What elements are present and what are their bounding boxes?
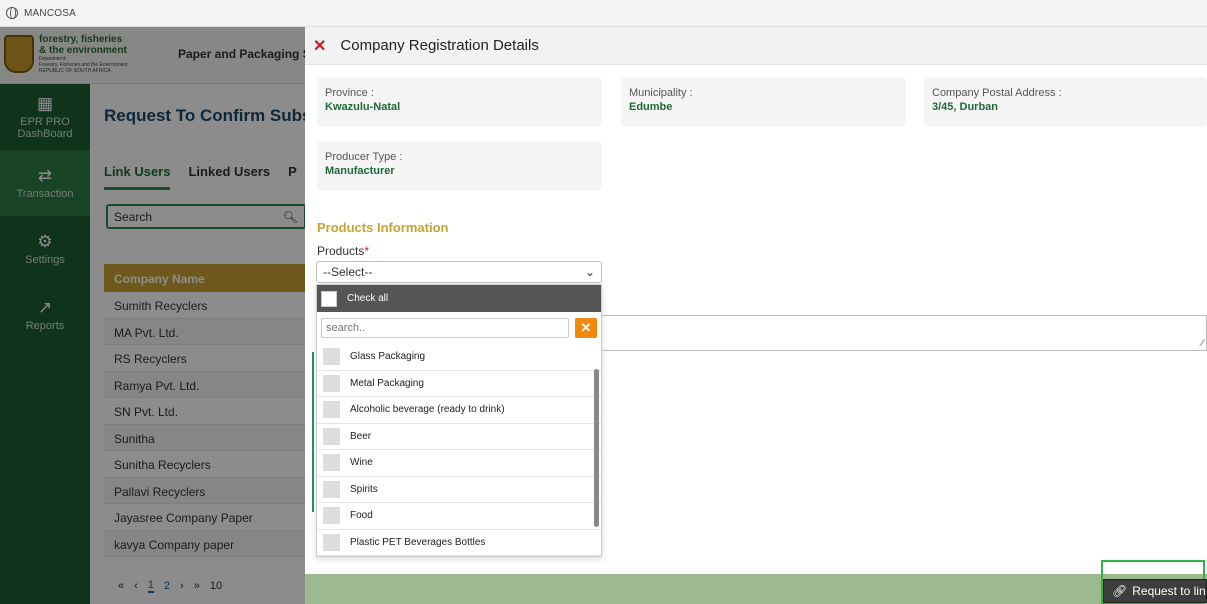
check-all-label: Check all bbox=[347, 293, 389, 304]
option-label: Metal Packaging bbox=[350, 377, 424, 389]
option-item[interactable]: Spirits bbox=[317, 477, 603, 503]
request-to-link-button[interactable]: 🔗︎ Request to lin bbox=[1103, 579, 1207, 603]
option-label: Plastic PET Beverages Bottles bbox=[350, 536, 486, 548]
option-item[interactable]: Plastic PET Beverages Bottles bbox=[317, 530, 603, 556]
dropdown-scrollbar[interactable] bbox=[594, 369, 599, 527]
option-item[interactable]: Wine bbox=[317, 450, 603, 477]
postal-address-field: Company Postal Address : 3/45, Durban bbox=[924, 77, 1207, 127]
option-item[interactable]: Beer bbox=[317, 424, 603, 450]
clear-search-button[interactable]: ✕ bbox=[575, 318, 597, 338]
globe-icon bbox=[6, 7, 18, 19]
producer-type-value: Manufacturer bbox=[325, 165, 395, 177]
province-value: Kwazulu-Natal bbox=[325, 101, 401, 113]
modal-backdrop[interactable] bbox=[0, 27, 305, 604]
option-label: Spirits bbox=[350, 483, 378, 495]
modal-header: ✕ Company Registration Details bbox=[305, 27, 1207, 65]
option-checkbox[interactable] bbox=[323, 454, 340, 472]
focus-indicator bbox=[312, 352, 314, 512]
link-icon: 🔗︎ bbox=[1112, 584, 1128, 598]
chevron-down-icon: ⌄ bbox=[584, 265, 595, 279]
option-item[interactable]: Glass Packaging bbox=[317, 344, 603, 371]
option-item[interactable]: Metal Packaging bbox=[317, 371, 603, 397]
option-checkbox[interactable] bbox=[323, 427, 340, 445]
postal-address-label: Company Postal Address : bbox=[932, 87, 1062, 99]
postal-address-value: 3/45, Durban bbox=[932, 101, 999, 113]
close-icon[interactable]: ✕ bbox=[313, 36, 326, 56]
option-item[interactable]: Food bbox=[317, 503, 603, 530]
check-all-checkbox[interactable] bbox=[321, 290, 337, 307]
municipality-value: Edumbe bbox=[629, 101, 673, 113]
option-checkbox[interactable] bbox=[323, 480, 340, 498]
products-label-text: Products bbox=[317, 244, 365, 258]
section-title: Products Information bbox=[317, 220, 449, 235]
products-select[interactable]: --Select-- ⌄ bbox=[316, 261, 602, 283]
request-button-label: Request to lin bbox=[1132, 584, 1206, 598]
products-dropdown: Check all search.. ✕ Glass Packaging Met… bbox=[316, 284, 603, 557]
select-value: --Select-- bbox=[323, 265, 373, 279]
modal-footer: 🔗︎ Request to lin bbox=[305, 560, 1207, 604]
options-list: Glass Packaging Metal Packaging Alcoholi… bbox=[317, 344, 603, 556]
browser-title: MANCOSA bbox=[24, 7, 76, 19]
option-checkbox[interactable] bbox=[323, 348, 340, 366]
resize-handle-icon[interactable]: ⁄⁄ bbox=[1201, 338, 1204, 348]
textarea-field[interactable]: ⁄⁄ bbox=[602, 315, 1207, 351]
required-asterisk: * bbox=[364, 244, 370, 258]
check-all-row[interactable]: Check all bbox=[317, 285, 601, 312]
province-label: Province : bbox=[325, 87, 374, 99]
option-label: Alcoholic beverage (ready to drink) bbox=[350, 404, 505, 416]
option-label: Beer bbox=[350, 430, 372, 442]
option-label: Glass Packaging bbox=[350, 351, 426, 363]
dropdown-search-input[interactable]: search.. bbox=[321, 318, 569, 338]
option-label: Food bbox=[350, 510, 373, 522]
browser-tab-strip: MANCOSA bbox=[0, 0, 1207, 27]
option-checkbox[interactable] bbox=[323, 507, 340, 525]
municipality-label: Municipality : bbox=[629, 87, 693, 99]
option-item[interactable]: Alcoholic beverage (ready to drink) bbox=[317, 397, 603, 424]
producer-type-field: Producer Type : Manufacturer bbox=[317, 141, 602, 191]
option-checkbox[interactable] bbox=[323, 374, 340, 392]
option-label: Wine bbox=[350, 457, 373, 469]
modal-title: Company Registration Details bbox=[340, 37, 539, 54]
company-registration-modal: ✕ Company Registration Details Province … bbox=[305, 27, 1207, 604]
producer-type-label: Producer Type : bbox=[325, 151, 403, 163]
province-field: Province : Kwazulu-Natal bbox=[317, 77, 602, 127]
option-checkbox[interactable] bbox=[323, 401, 340, 419]
option-checkbox[interactable] bbox=[323, 533, 340, 551]
products-label: Products* bbox=[317, 244, 369, 258]
dropdown-search: search.. ✕ bbox=[317, 312, 601, 344]
municipality-field: Municipality : Edumbe bbox=[621, 77, 906, 127]
